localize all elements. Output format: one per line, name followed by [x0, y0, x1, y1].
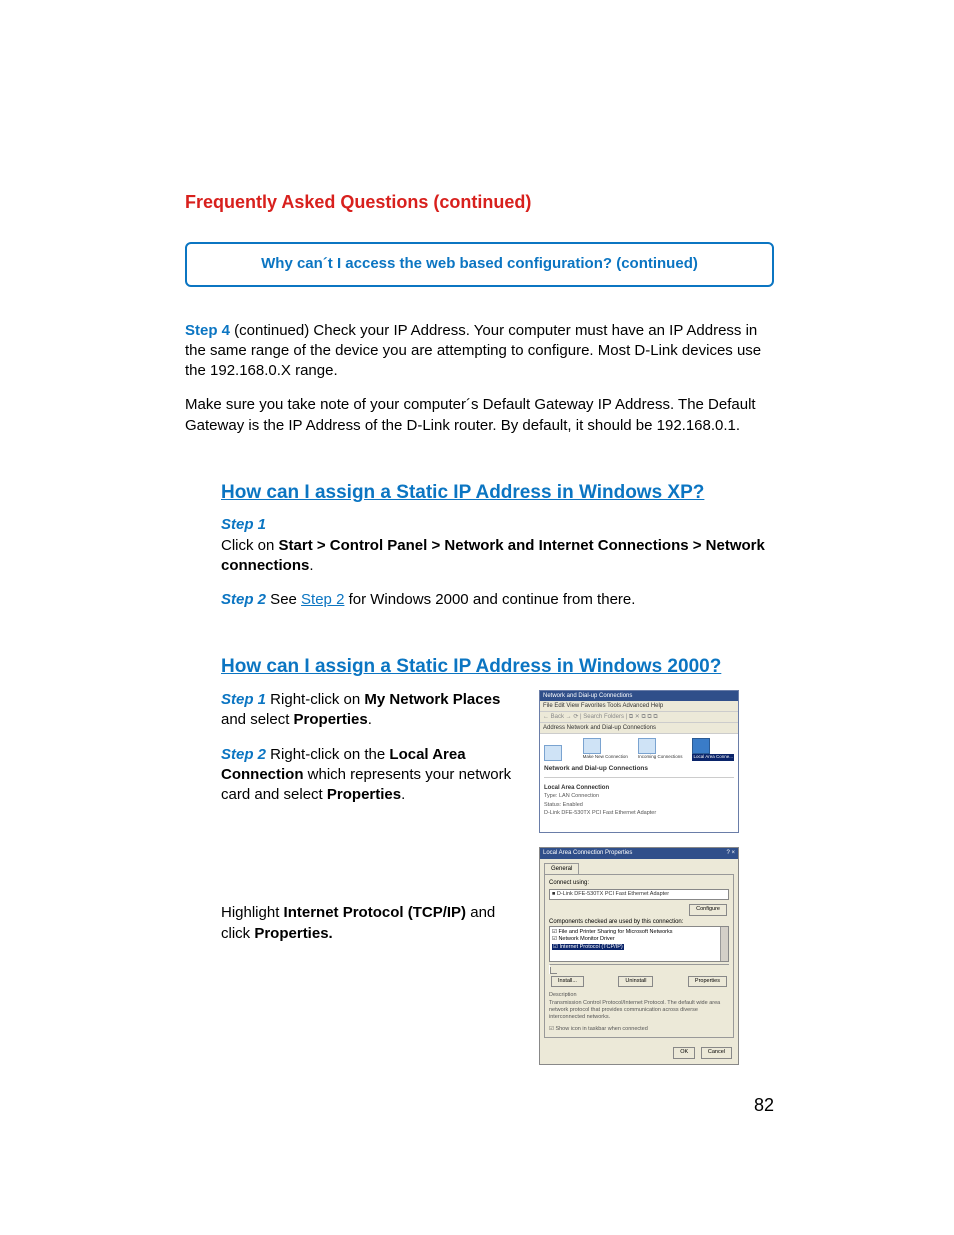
- step4-continued: (continued): [230, 322, 313, 339]
- uninstall-button: Uninstall: [618, 976, 653, 987]
- document-page: Frequently Asked Questions (continued) W…: [0, 0, 954, 1217]
- ss1-heading: Network and Dial-up Connections: [544, 765, 734, 774]
- w2k-step1-bold1: My Network Places: [364, 691, 500, 708]
- w2k-section-title: How can I assign a Static IP Address in …: [185, 654, 774, 680]
- folder-icon: [544, 745, 562, 761]
- xp-step1: Step 1 Click on Start > Control Panel > …: [221, 515, 774, 576]
- install-button: Install...: [551, 976, 584, 987]
- ss2-tab-general: General: [544, 863, 579, 874]
- w2k-step2-label: Step 2: [221, 746, 266, 763]
- w2k-step1: Step 1 Right-click on My Network Places …: [221, 690, 521, 731]
- ss1-line1: Type: LAN Connection: [544, 793, 734, 800]
- icon-label-2: Local Area Conne...: [692, 754, 734, 760]
- ss2-adapter-field: ■ D-Link DFE-530TX PCI Fast Ethernet Ada…: [549, 889, 729, 900]
- ss1-address: Address Network and Dial-up Connections: [540, 723, 738, 734]
- ss1-menubar: File Edit View Favorites Tools Advanced …: [540, 701, 738, 712]
- page-number: 82: [185, 1093, 774, 1117]
- list-item-selected: ☑ Internet Protocol (TCP/IP): [552, 944, 624, 950]
- w2k-step2-bold2: Properties: [327, 786, 401, 803]
- ss2-connect-label: Connect using:: [549, 879, 729, 887]
- show-icon-check: ☑ Show icon in taskbar when connected: [549, 1026, 729, 1033]
- cancel-button: Cancel: [701, 1047, 732, 1058]
- w2k-step1-label: Step 1: [221, 691, 266, 708]
- connection-icon: [583, 738, 601, 754]
- ss1-toolbar: ← Back → ⟳ | Search Folders | ⧉ ✕ ⧉ ⧉ ⧉: [540, 712, 738, 723]
- icon-label-1: Incoming Connections: [638, 754, 683, 760]
- xp-step2-pre: See: [266, 591, 301, 608]
- ss2-title-text: Local Area Connection Properties: [543, 849, 632, 857]
- list-item: ☑ File and Printer Sharing for Microsoft…: [552, 929, 726, 936]
- w2k-instructions-column: Step 1 Right-click on My Network Places …: [185, 690, 521, 1065]
- w2k-step1-bold2: Properties: [294, 711, 368, 728]
- ok-button: OK: [673, 1047, 695, 1058]
- w2k-step2: Step 2 Right-click on the Local Area Con…: [221, 745, 521, 806]
- w2k-step1-pre: Right-click on: [266, 691, 364, 708]
- xp-step2-label: Step 2: [221, 591, 266, 608]
- ss2-titlebar: Local Area Connection Properties ? ×: [540, 848, 738, 858]
- connection-icon: [638, 738, 656, 754]
- ss2-components-list: ☑ File and Printer Sharing for Microsoft…: [549, 926, 729, 962]
- w2k-tcpip: Highlight Internet Protocol (TCP/IP) and…: [221, 903, 521, 944]
- ss1-line3: D-Link DFE-530TX PCI Fast Ethernet Adapt…: [544, 810, 734, 817]
- xp-step2-link[interactable]: Step 2: [301, 591, 344, 608]
- ss1-body: Make New Connection Incoming Connections…: [540, 734, 738, 832]
- properties-button: Properties: [688, 976, 727, 987]
- step4-paragraph: Step 4 (continued) Check your IP Address…: [185, 321, 774, 382]
- list-item: ☑ Network Monitor Driver: [552, 936, 726, 943]
- icon-label-0: Make New Connection: [583, 754, 628, 760]
- screenshots-column: Network and Dial-up Connections File Edi…: [539, 690, 739, 1065]
- desc-label: Description: [549, 992, 729, 999]
- lan-connection-icon: [692, 738, 710, 754]
- network-connections-screenshot: Network and Dial-up Connections File Edi…: [539, 690, 739, 833]
- ss1-sub: Local Area Connection: [544, 784, 734, 792]
- xp-step1-bold: Start > Control Panel > Network and Inte…: [221, 537, 765, 574]
- w2k-step1-post: .: [368, 711, 372, 728]
- xp-step1-label: Step 1: [221, 516, 266, 533]
- tcpip-bold1: Internet Protocol (TCP/IP): [284, 904, 467, 921]
- step4-label: Step 4: [185, 322, 230, 339]
- tcpip-pre: Highlight: [221, 904, 284, 921]
- xp-step2-post: for Windows 2000 and continue from there…: [344, 591, 635, 608]
- desc-text: Transmission Control Protocol/Internet P…: [549, 1000, 729, 1022]
- xp-step2: Step 2 See Step 2 for Windows 2000 and c…: [221, 590, 774, 610]
- ss2-close: ? ×: [726, 849, 735, 857]
- faq-title: Frequently Asked Questions (continued): [185, 190, 774, 214]
- scrollbar: [720, 927, 728, 961]
- gateway-paragraph: Make sure you take note of your computer…: [185, 395, 774, 436]
- xp-section-title: How can I assign a Static IP Address in …: [185, 480, 774, 506]
- callout-box: Why can´t I access the web based configu…: [185, 242, 774, 286]
- ss2-components-label: Components checked are used by this conn…: [549, 918, 729, 926]
- xp-step1-post: .: [309, 557, 313, 574]
- ss1-titlebar: Network and Dial-up Connections: [540, 691, 738, 701]
- configure-button: Configure: [689, 904, 727, 915]
- xp-step1-pre: Click on: [221, 537, 279, 554]
- w2k-step2-pre: Right-click on the: [266, 746, 389, 763]
- w2k-step2-post: .: [401, 786, 405, 803]
- tcpip-bold2: Properties.: [254, 925, 332, 942]
- lan-properties-screenshot: Local Area Connection Properties ? × Gen…: [539, 847, 739, 1064]
- ss1-line2: Status: Enabled: [544, 802, 734, 809]
- w2k-step1-mid: and select: [221, 711, 294, 728]
